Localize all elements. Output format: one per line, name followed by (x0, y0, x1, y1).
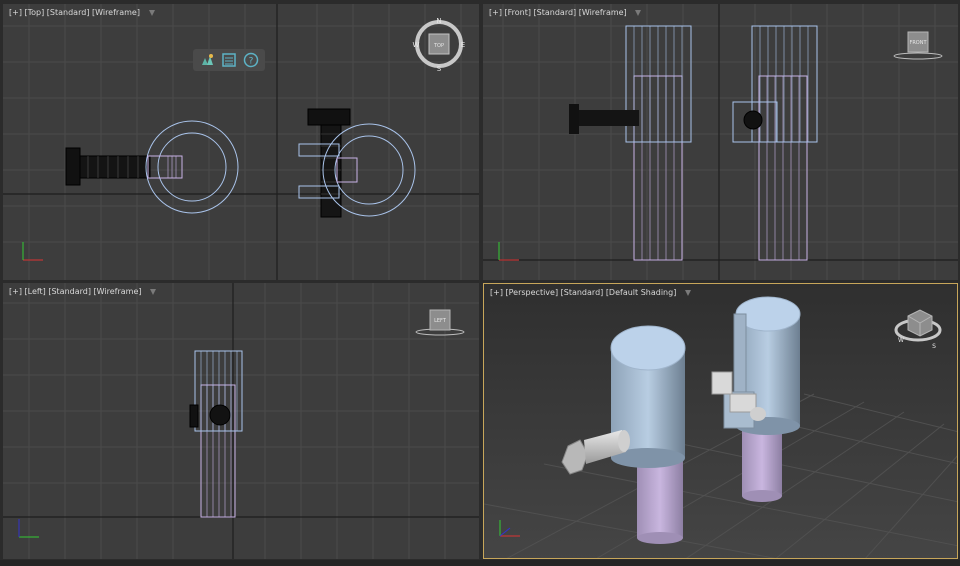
viewport-shading-menu[interactable]: [Default Shading] (606, 288, 677, 297)
viewport-shading-menu[interactable]: [Wireframe] (579, 8, 627, 17)
viewport-label[interactable]: [+] [Perspective] [Standard] [Default Sh… (490, 288, 691, 297)
bolt-right[interactable] (307, 108, 351, 218)
grid (3, 4, 479, 280)
top-scene: TOP N E S W (3, 4, 479, 280)
compass-s: S (437, 65, 442, 73)
viewport-style-menu[interactable]: [Standard] (534, 8, 577, 17)
viewport-plus-menu[interactable]: [+] (9, 287, 22, 296)
perspective-scene: W S (484, 284, 957, 558)
compass-s: S (932, 343, 936, 350)
viewcube-compass[interactable]: TOP N E S W (413, 17, 466, 73)
ring-left[interactable] (145, 120, 239, 214)
axis-tripod (498, 242, 519, 261)
axis-tripod (22, 242, 43, 261)
post-side-wire[interactable] (189, 350, 243, 518)
viewcube-face-label: TOP (433, 43, 444, 49)
front-scene: FRONT (483, 4, 958, 280)
viewcube-face-label: LEFT (434, 318, 447, 324)
viewport-left[interactable]: LEFT [+] [Left] [Standard] [Wireframe] (3, 283, 479, 559)
viewport-label[interactable]: [+] [Left] [Standard] [Wireframe] (9, 287, 157, 296)
mini-toolbar: ? (193, 49, 265, 71)
viewport-style-menu[interactable]: [Standard] (561, 288, 604, 297)
viewport-plus-menu[interactable]: [+] (490, 288, 503, 297)
filter-icon[interactable] (635, 9, 642, 16)
bolt-front-left[interactable] (569, 104, 639, 134)
viewport-view-menu[interactable]: [Front] (505, 8, 531, 17)
viewport-style-menu[interactable]: [Standard] (47, 8, 90, 17)
viewport-label[interactable]: [+] [Front] [Standard] [Wireframe] (489, 8, 642, 17)
post-right-wire[interactable] (732, 25, 818, 261)
compass-w: W (413, 41, 420, 49)
viewport-label[interactable]: [+] [Top] [Standard] [Wireframe] (9, 8, 155, 17)
viewport-plus-menu[interactable]: [+] (9, 8, 22, 17)
help-icon[interactable]: ? (243, 52, 259, 68)
layer-list-icon[interactable] (221, 52, 237, 68)
viewport-shading-menu[interactable]: [Wireframe] (92, 8, 140, 17)
viewcube-face-label: FRONT (909, 40, 927, 46)
svg-text:?: ? (249, 57, 254, 67)
compass-e: E (461, 41, 465, 49)
bottom-bar (0, 560, 960, 566)
viewport-view-menu[interactable]: [Left] (25, 287, 46, 296)
post-left-wire[interactable] (625, 25, 692, 261)
viewport-shading-menu[interactable]: [Wireframe] (94, 287, 142, 296)
viewport-style-menu[interactable]: [Standard] (48, 287, 91, 296)
viewport-plus-menu[interactable]: [+] (489, 8, 502, 17)
left-scene: LEFT (3, 283, 479, 559)
viewport-perspective[interactable]: W S [+] [Perspective] [Standard] [Defaul… (483, 283, 958, 559)
filter-icon[interactable] (684, 289, 691, 296)
viewport-view-menu[interactable]: [Perspective] (506, 288, 559, 297)
filter-icon[interactable] (150, 288, 157, 295)
viewport-view-menu[interactable]: [Top] (25, 8, 45, 17)
scene-explorer-icon[interactable] (199, 52, 215, 68)
viewport-front[interactable]: FRONT [+] [Front] [Standard] [Wireframe] (483, 4, 958, 280)
compass-n: N (436, 17, 441, 25)
viewport-top[interactable]: TOP N E S W [+] [Top] [Standard] [Wirefr… (3, 4, 479, 280)
viewcube[interactable]: LEFT (415, 309, 465, 336)
compass-w: W (898, 337, 904, 344)
filter-icon[interactable] (148, 9, 155, 16)
